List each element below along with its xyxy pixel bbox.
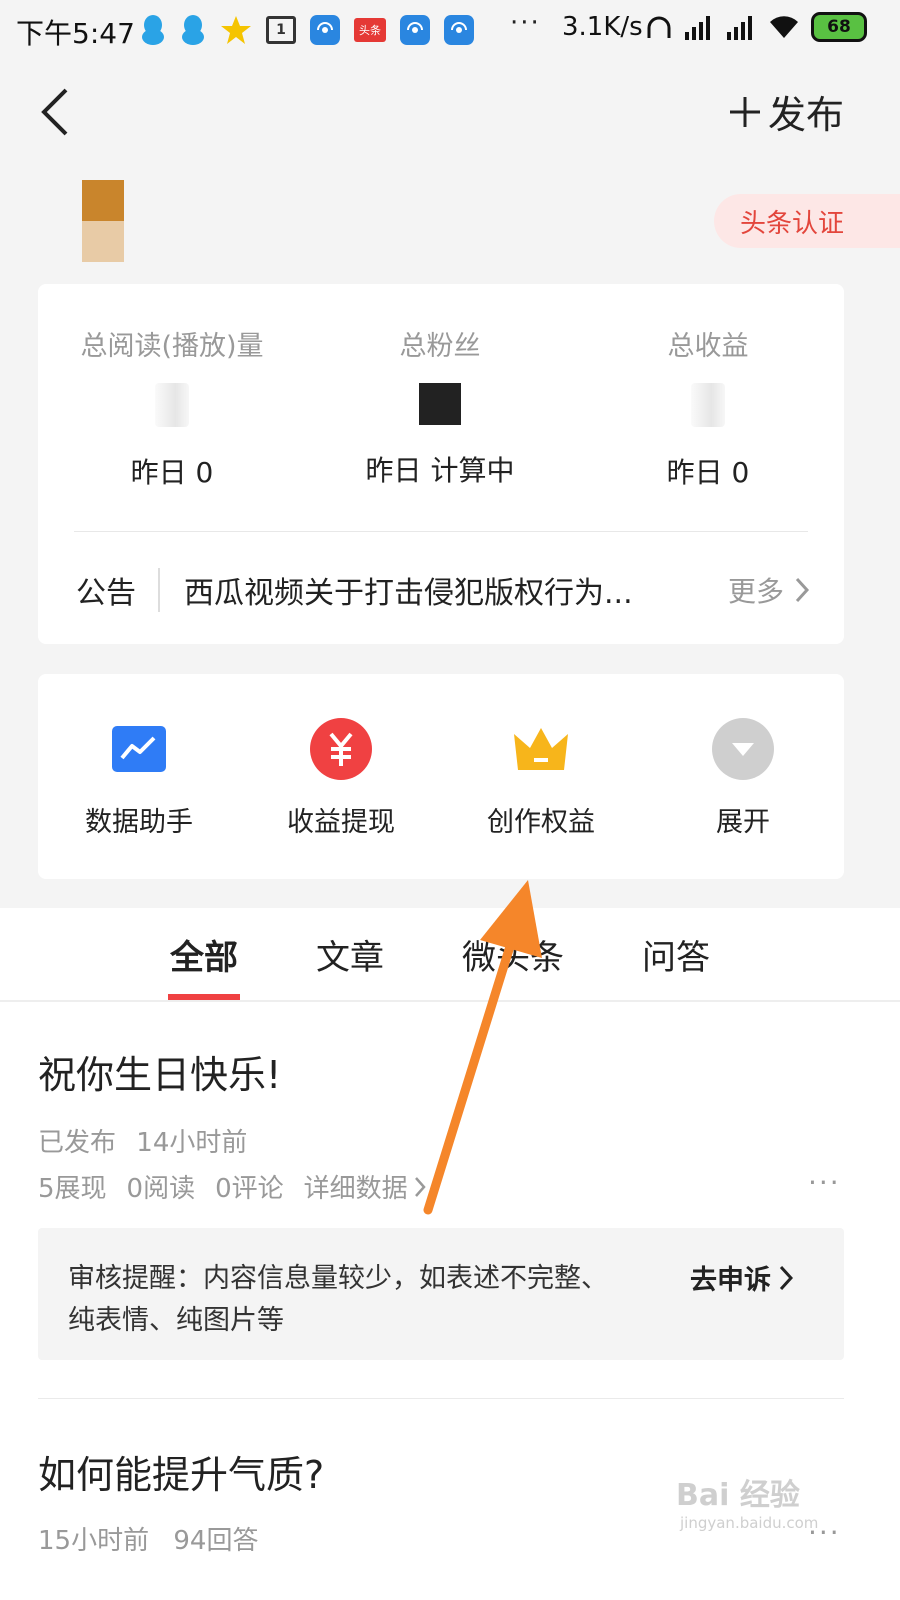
chart-icon (108, 718, 170, 780)
stat-total-reads[interactable]: 总阅读(播放)量 昨日 0 (38, 324, 306, 491)
post-answers: 94回答 (173, 1526, 259, 1556)
tab-qa[interactable]: 问答 (642, 930, 710, 979)
tool-label: 收益提现 (287, 807, 395, 838)
post-more-icon[interactable]: ··· (808, 1166, 841, 1199)
stat-total-income[interactable]: 总收益 昨日 0 (574, 324, 842, 491)
post-reads: 0阅读 (126, 1174, 196, 1204)
notice-more-label: 更多 (727, 575, 784, 608)
tab-all[interactable]: 全部 (170, 930, 238, 979)
status-bar: 下午5:47 1 头条 ··· 3.1K/s 68 (0, 0, 900, 62)
signal-icon-2 (727, 16, 752, 40)
watermark-url: jingyan.baidu.com (680, 1514, 819, 1532)
publish-button[interactable]: 发布 (728, 84, 844, 139)
divider (74, 531, 808, 532)
tool-label: 创作权益 (487, 807, 595, 838)
baidu-jingyan-watermark: Bai 经验 (676, 1478, 800, 1513)
stat-sub: 昨日 0 (130, 456, 214, 489)
more-notifications-icon: ··· (510, 8, 541, 38)
post-comments: 0评论 (215, 1174, 284, 1204)
tool-label: 数据助手 (85, 807, 193, 838)
notice-bar[interactable]: 公告 西瓜视频关于打击侵犯版权行为... 更多 (76, 568, 810, 612)
headphone-icon (647, 16, 671, 38)
chevron-right-icon (414, 1176, 426, 1197)
star-icon (220, 14, 252, 46)
stat-label: 总粉丝 (399, 331, 481, 362)
detail-data-label: 详细数据 (303, 1174, 408, 1204)
notice-more-button[interactable]: 更多 (728, 570, 810, 610)
review-text: 审核提醒：内容信息量较少，如表述不完整、纯表情、纯图片等 (68, 1263, 608, 1336)
post-status: 已发布 (38, 1128, 117, 1158)
notification-icons: 1 头条 (140, 10, 474, 50)
notice-text[interactable]: 西瓜视频关于打击侵犯版权行为... (184, 568, 674, 612)
plus-icon (730, 96, 760, 127)
post-title[interactable]: 如何能提升气质? (38, 1444, 324, 1499)
chevron-left-icon (41, 88, 68, 136)
post-status-line: 已发布 14小时前 (38, 1122, 247, 1159)
tool-income-withdraw[interactable]: 收益提现 (256, 718, 426, 839)
post-stats: 5展现 0阅读 0评论 详细数据 (38, 1168, 426, 1205)
tools-card: 数据助手 收益提现 创作权益 展开 (38, 674, 844, 879)
tool-label: 展开 (716, 807, 770, 838)
tab-micro-toutiao[interactable]: 微头条 (462, 930, 564, 979)
back-button[interactable] (36, 86, 76, 138)
review-reminder: 审核提醒：内容信息量较少，如表述不完整、纯表情、纯图片等 去申诉 (38, 1228, 844, 1360)
toutiao-icon: 头条 (354, 18, 386, 42)
content-tabs: 全部 文章 微头条 问答 (0, 930, 900, 1000)
post-impressions: 5展现 (38, 1174, 107, 1204)
network-speed: 3.1K/s (562, 12, 643, 42)
toutiao-cert-button[interactable]: 头条认证 (714, 194, 900, 248)
post-meta-line: 15小时前 94回答 (38, 1520, 258, 1557)
appeal-label: 去申诉 (690, 1265, 771, 1296)
stat-total-fans[interactable]: 总粉丝 昨日 计算中 (306, 324, 574, 489)
stat-value-blurred (419, 383, 461, 425)
qq-icon-2 (180, 14, 206, 46)
tab-articles[interactable]: 文章 (316, 930, 384, 979)
qq-icon (140, 14, 166, 46)
chevron-right-icon (795, 577, 810, 603)
tool-creator-rights[interactable]: 创作权益 (456, 718, 626, 839)
post-divider (38, 1398, 844, 1399)
publish-label: 发布 (768, 93, 845, 137)
expand-icon (712, 718, 774, 780)
appeal-button[interactable]: 去申诉 (690, 1258, 793, 1297)
stat-label: 总阅读(播放)量 (80, 331, 264, 362)
stat-sub: 昨日 0 (666, 456, 750, 489)
yuan-icon (310, 718, 372, 780)
wifi-app-icon-2 (400, 15, 430, 45)
status-time: 下午5:47 (16, 17, 135, 50)
wifi-icon (770, 16, 798, 38)
crown-icon (510, 718, 572, 780)
post-detail-data-link[interactable]: 详细数据 (304, 1168, 426, 1205)
signal-icon (685, 16, 710, 40)
wifi-app-icon (310, 15, 340, 45)
stat-label: 总收益 (667, 331, 749, 362)
post-time: 14小时前 (136, 1128, 248, 1158)
avatar[interactable] (82, 180, 124, 262)
stats-card: 总阅读(播放)量 昨日 0 总粉丝 昨日 计算中 总收益 昨日 0 公告 西瓜视… (38, 284, 844, 644)
notice-label: 公告 (76, 568, 160, 612)
stat-sub: 昨日 计算中 (365, 454, 515, 487)
battery-icon: 68 (811, 12, 867, 42)
tool-expand[interactable]: 展开 (658, 718, 828, 839)
stat-value-blurred (691, 383, 725, 427)
wifi-app-icon-3 (444, 15, 474, 45)
tabs-divider (0, 1000, 900, 1002)
status-right: 68 (645, 12, 867, 42)
post-time: 15小时前 (38, 1526, 150, 1556)
calendar-icon: 1 (266, 16, 296, 44)
post-title[interactable]: 祝你生日快乐! (38, 1044, 281, 1099)
stat-value-blurred (155, 383, 189, 427)
chevron-right-icon (779, 1265, 793, 1290)
tool-data-assistant[interactable]: 数据助手 (54, 718, 224, 839)
